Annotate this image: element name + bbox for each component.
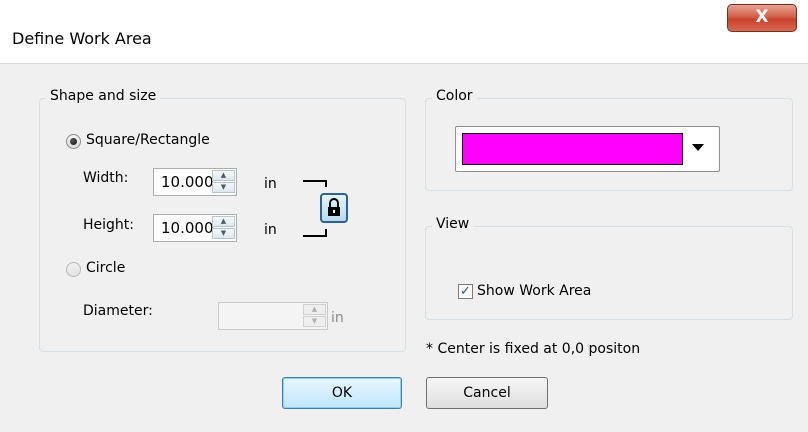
diameter-input[interactable]: ▲ ▼	[218, 302, 328, 330]
spin-down-icon[interactable]: ▼	[212, 182, 235, 193]
ok-button[interactable]: OK	[282, 377, 402, 409]
aspect-bracket-top-tick	[325, 180, 327, 187]
dialog-title: Define Work Area	[12, 29, 152, 48]
circle-radio[interactable]	[66, 262, 81, 277]
check-icon: ✓	[460, 284, 471, 299]
height-unit: in	[264, 222, 277, 238]
aspect-bracket-bottom-tick	[325, 229, 327, 236]
shape-size-legend: Shape and size	[46, 88, 161, 104]
height-value: 10.000	[161, 219, 214, 237]
aspect-bracket-bottom	[303, 235, 327, 237]
cancel-label: Cancel	[463, 385, 511, 401]
circle-label[interactable]: Circle	[86, 260, 125, 276]
color-legend: Color	[432, 88, 477, 104]
spin-up-icon[interactable]: ▲	[212, 170, 235, 181]
square-rectangle-radio[interactable]	[66, 134, 81, 149]
title-bar: Define Work Area X	[0, 0, 808, 64]
color-dropdown[interactable]	[455, 126, 720, 172]
width-value: 10.000	[161, 173, 214, 191]
lock-icon	[328, 198, 340, 216]
spin-down-icon[interactable]: ▼	[303, 316, 326, 327]
diameter-spinner[interactable]: ▲ ▼	[303, 304, 326, 328]
show-work-area-label[interactable]: Show Work Area	[477, 283, 591, 299]
view-legend: View	[432, 216, 474, 232]
center-note: * Center is fixed at 0,0 positon	[426, 341, 641, 357]
aspect-bracket-top	[303, 180, 327, 182]
dropdown-arrow-icon[interactable]	[692, 144, 704, 151]
show-work-area-checkbox[interactable]: ✓	[458, 284, 473, 299]
width-unit: in	[264, 176, 277, 192]
square-rectangle-label[interactable]: Square/Rectangle	[86, 132, 210, 148]
width-spinner[interactable]: ▲ ▼	[212, 170, 235, 194]
close-button[interactable]: X	[727, 4, 797, 32]
view-group: View	[425, 216, 793, 320]
cancel-button[interactable]: Cancel	[426, 377, 548, 409]
height-label: Height:	[83, 217, 134, 233]
spin-down-icon[interactable]: ▼	[212, 228, 235, 239]
width-label: Width:	[83, 170, 129, 186]
ok-label: OK	[331, 385, 353, 401]
diameter-label: Diameter:	[83, 303, 153, 319]
height-input[interactable]: 10.000 ▲ ▼	[153, 214, 237, 242]
width-input[interactable]: 10.000 ▲ ▼	[153, 168, 237, 196]
color-swatch	[462, 133, 683, 165]
aspect-lock-button[interactable]	[320, 193, 348, 223]
spin-up-icon[interactable]: ▲	[303, 304, 326, 315]
spin-up-icon[interactable]: ▲	[212, 216, 235, 227]
diameter-unit: in	[331, 310, 344, 326]
close-icon: X	[755, 7, 769, 27]
height-spinner[interactable]: ▲ ▼	[212, 216, 235, 240]
